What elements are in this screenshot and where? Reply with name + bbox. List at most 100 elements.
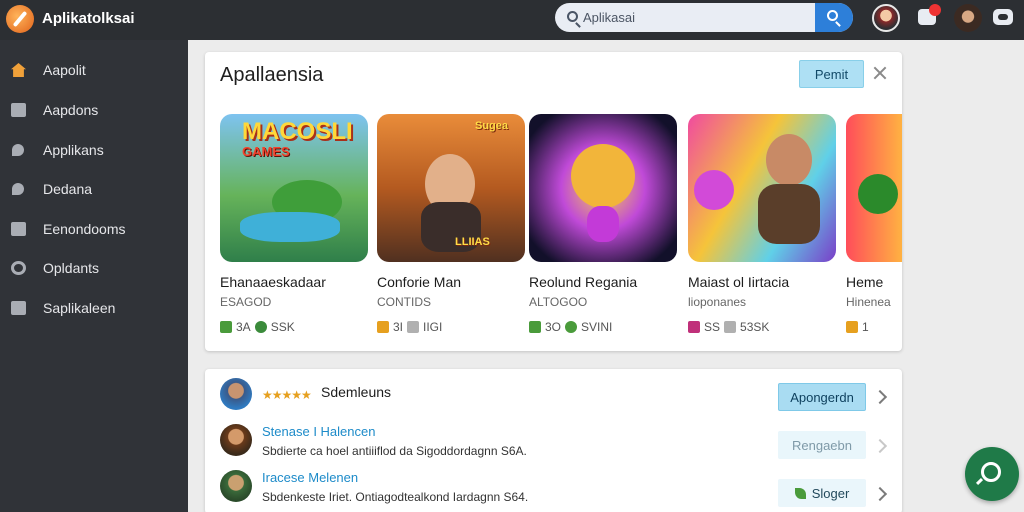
- notification-badge: [929, 4, 941, 16]
- sidebar-item-aapdons[interactable]: Aapdons: [0, 92, 188, 128]
- app-subtitle: CONTIDS: [377, 295, 431, 309]
- app-subtitle: lioponanes: [688, 295, 747, 309]
- sidebar-item-eenondooms[interactable]: Eenondooms: [0, 211, 188, 247]
- orb-illustration: [694, 170, 734, 210]
- list-item-title: Sdemleuns: [321, 384, 392, 400]
- chat-fab-button[interactable]: [965, 447, 1019, 501]
- list-item[interactable]: Iracese Melenen Sbdenkeste Iriet. Ontiag…: [205, 465, 902, 509]
- rating-stars: ★★★★★: [262, 388, 312, 402]
- app-list-card: ★★★★★ Sdemleuns Apongerdn Stenase I Hale…: [205, 369, 902, 512]
- action-button[interactable]: Sloger: [778, 479, 866, 507]
- search-button[interactable]: [815, 3, 853, 32]
- sidebar-item-label: Saplikaleen: [43, 300, 116, 316]
- stat-value: 53SK: [740, 320, 770, 334]
- list-item-title[interactable]: Stenase I Halencen: [262, 424, 375, 439]
- search-icon: [827, 10, 838, 21]
- chevron-right-icon[interactable]: [872, 438, 888, 454]
- card-icon: [11, 301, 26, 315]
- sidebar-item-applikans[interactable]: Applikans: [0, 132, 188, 168]
- list-item[interactable]: Stenase I Halencen Sbdierte ca hoel anti…: [205, 419, 902, 463]
- action-button-label: Sloger: [811, 485, 850, 501]
- list-item-description: Sbdenkeste Iriet. Ontiagodtealkond Iarda…: [262, 490, 529, 504]
- app-logo-icon[interactable]: [6, 5, 34, 33]
- like-icon: [220, 321, 232, 333]
- gear-icon: [11, 261, 26, 275]
- chat-bubble-icon: [981, 462, 1001, 482]
- list-item-description: Sbdierte ca hoel antiiiflod da Sigoddord…: [262, 444, 527, 458]
- app-thumbnail: [846, 114, 902, 262]
- app-stats: 3I IIGI: [377, 320, 442, 334]
- permit-button[interactable]: Pemit: [799, 60, 864, 88]
- user-avatar[interactable]: [954, 4, 982, 32]
- stat-value: 3A: [236, 320, 251, 334]
- search-bar: [555, 3, 853, 32]
- app-thumbnail: MACOSLI GAMES: [220, 114, 368, 262]
- app-name: Heme: [846, 274, 884, 290]
- close-icon[interactable]: [873, 66, 887, 80]
- action-button[interactable]: Rengaebn: [778, 431, 866, 459]
- avatar: [220, 470, 252, 502]
- search-icon: [567, 11, 578, 22]
- app-tile[interactable]: MACOSLI GAMES Ehanaaeskadaar ESAGOD 3A S…: [220, 114, 368, 351]
- stat-value: 1: [862, 320, 869, 334]
- app-tile[interactable]: Reolund Regania ALTOGOO 3O SVINI: [529, 114, 677, 351]
- grid-icon: [11, 103, 26, 117]
- stat-value: SS: [704, 320, 721, 334]
- sidebar-item-dedana[interactable]: Dedana: [0, 171, 188, 207]
- creature-illustration: [571, 144, 635, 208]
- character-illustration: [858, 174, 898, 214]
- chevron-right-icon[interactable]: [872, 486, 888, 502]
- avatar: [220, 424, 252, 456]
- outfit-illustration: [758, 184, 820, 244]
- thumbnail-title: MACOSLI GAMES: [242, 120, 353, 162]
- app-stats: 3O SVINI: [529, 320, 612, 334]
- star-icon: [377, 321, 389, 333]
- app-thumbnail: [688, 114, 836, 262]
- sidebar-item-label: Dedana: [43, 181, 93, 197]
- gamepad-icon[interactable]: [993, 9, 1013, 25]
- star-icon: [846, 321, 858, 333]
- thumbnail-title-text: MACOSLI: [242, 118, 353, 145]
- avatar: [220, 378, 252, 410]
- thumbnail-tag: LLIIAS: [455, 236, 490, 248]
- app-stats: 3A SSK: [220, 320, 295, 334]
- stat-value: IIGI: [423, 320, 443, 334]
- sidebar-item-label: Applikans: [43, 142, 104, 158]
- app-name: Conforie Man: [377, 274, 462, 290]
- pin-icon: [12, 144, 24, 156]
- star-icon: [724, 321, 737, 333]
- star-icon: [407, 321, 420, 333]
- app-tile[interactable]: Maiast ol Iirtacia lioponanes SS 53SK: [688, 114, 836, 351]
- profile-avatar[interactable]: [872, 4, 900, 32]
- app-title: Aplikatolksai: [42, 10, 135, 27]
- search-input[interactable]: [583, 3, 813, 32]
- thumbnail-logo: Sugea: [475, 120, 509, 132]
- comment-icon: [254, 321, 267, 333]
- sidebar-item-opldants[interactable]: Opldants: [0, 250, 188, 286]
- section-title: Apallaensia: [220, 64, 324, 86]
- app-name: Ehanaaeskadaar: [220, 274, 326, 290]
- thumbnail-subtitle: GAMES: [242, 144, 290, 159]
- list-item-title[interactable]: Iracese Melenen: [262, 470, 358, 485]
- action-button[interactable]: Apongerdn: [778, 383, 866, 411]
- like-icon: [529, 321, 541, 333]
- sidebar-item-aapolit[interactable]: Aapolit: [0, 52, 188, 88]
- list-item[interactable]: ★★★★★ Sdemleuns Apongerdn: [205, 373, 902, 417]
- top-bar: Aplikatolksai: [0, 0, 1024, 40]
- app-name: Reolund Regania: [529, 274, 638, 290]
- water-illustration: [240, 212, 340, 242]
- sidebar-item-label: Aapolit: [43, 62, 86, 78]
- stat-value: SSK: [270, 320, 295, 334]
- app-subtitle: ALTOGOO: [529, 295, 588, 309]
- pin-icon: [12, 183, 24, 195]
- app-tile[interactable]: Sugea LLIIAS Conforie Man CONTIDS 3I IIG…: [377, 114, 525, 351]
- app-name: Maiast ol Iirtacia: [688, 274, 790, 290]
- stat-value: 3O: [545, 320, 562, 334]
- stat-value: 3I: [393, 320, 404, 334]
- chevron-right-icon[interactable]: [872, 389, 888, 405]
- leaf-icon: [794, 487, 806, 499]
- sidebar-item-saplikaleen[interactable]: Saplikaleen: [0, 290, 188, 326]
- hero-illustration: [766, 134, 812, 186]
- folder-icon: [11, 222, 26, 236]
- app-tile[interactable]: Heme Hinenea 1: [846, 114, 902, 351]
